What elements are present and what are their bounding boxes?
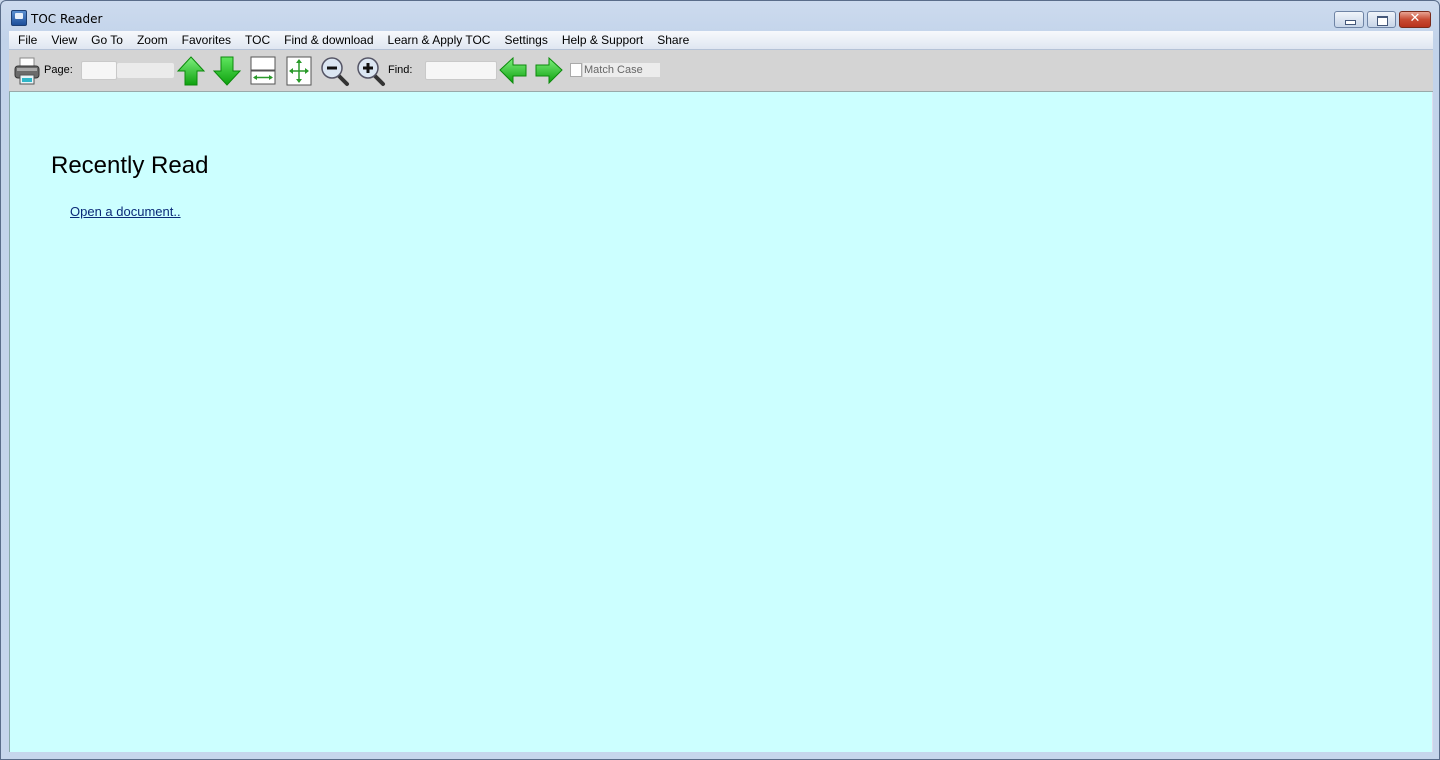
fit-page-icon[interactable] bbox=[284, 55, 314, 87]
find-previous-icon[interactable] bbox=[498, 55, 528, 87]
match-case-label[interactable]: Match Case bbox=[583, 63, 660, 77]
zoom-out-icon[interactable] bbox=[320, 55, 350, 87]
find-label: Find: bbox=[388, 64, 413, 76]
menu-go-to[interactable]: Go To bbox=[84, 33, 130, 47]
recently-read-heading: Recently Read bbox=[51, 152, 209, 179]
zoom-in-icon[interactable] bbox=[356, 55, 386, 87]
document-area: Recently Read Open a document.. bbox=[9, 92, 1433, 752]
previous-page-icon[interactable] bbox=[176, 55, 206, 87]
next-page-icon[interactable] bbox=[212, 55, 242, 87]
page-number-input[interactable] bbox=[81, 61, 117, 80]
find-next-icon[interactable] bbox=[534, 55, 564, 87]
menu-favorites[interactable]: Favorites bbox=[175, 33, 238, 47]
menu-zoom[interactable]: Zoom bbox=[130, 33, 175, 47]
menu-share[interactable]: Share bbox=[650, 33, 696, 47]
close-button[interactable]: ✕ bbox=[1399, 11, 1431, 28]
page-label: Page: bbox=[44, 64, 73, 76]
fit-width-icon[interactable] bbox=[248, 55, 278, 87]
menu-file[interactable]: File bbox=[11, 33, 44, 47]
menu-help-support[interactable]: Help & Support bbox=[555, 33, 650, 47]
menu-learn-apply-toc[interactable]: Learn & Apply TOC bbox=[381, 33, 498, 47]
find-input[interactable] bbox=[425, 61, 497, 80]
menu-bar: File View Go To Zoom Favorites TOC Find … bbox=[9, 31, 1433, 50]
minimize-button[interactable] bbox=[1334, 11, 1364, 28]
match-case-checkbox[interactable] bbox=[570, 63, 582, 77]
title-bar[interactable]: TOC Reader ✕ bbox=[1, 1, 1439, 31]
maximize-button[interactable] bbox=[1367, 11, 1396, 28]
page-total-display bbox=[117, 63, 174, 78]
menu-toc[interactable]: TOC bbox=[238, 33, 277, 47]
window-title: TOC Reader bbox=[31, 12, 103, 26]
close-icon: ✕ bbox=[1409, 11, 1421, 26]
printer-icon[interactable] bbox=[13, 56, 41, 86]
open-document-link[interactable]: Open a document.. bbox=[70, 204, 181, 219]
menu-view[interactable]: View bbox=[44, 33, 84, 47]
menu-settings[interactable]: Settings bbox=[497, 33, 554, 47]
menu-find-download[interactable]: Find & download bbox=[277, 33, 380, 47]
app-window: TOC Reader ✕ File View Go To Zoom Favori… bbox=[0, 0, 1440, 760]
toolbar: Page: Find: Match Case bbox=[9, 50, 1433, 92]
app-logo-icon bbox=[11, 10, 27, 26]
